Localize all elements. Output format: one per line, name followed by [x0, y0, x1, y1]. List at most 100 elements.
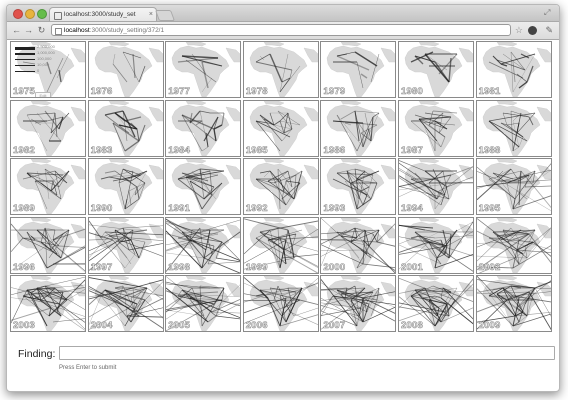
finding-input[interactable] [59, 346, 555, 360]
year-map-panel[interactable]: 2000 [320, 216, 397, 274]
url-host: localhost [64, 27, 90, 34]
year-label: 1981 [478, 86, 501, 97]
europe-landmass [30, 159, 52, 164]
year-map-panel[interactable]: 1981 [475, 41, 552, 98]
small-multiples-grid: 2,500,000 1,000,000 100,000 10,000 0 Edit 1975… [10, 41, 555, 334]
year-map-panel[interactable]: 1976 [87, 41, 164, 98]
year-label: 1999 [245, 261, 268, 273]
middle-east-landmass [303, 47, 318, 63]
year-map-panel[interactable]: 2003 [10, 275, 86, 333]
year-map-panel[interactable]: 2006 [242, 275, 319, 333]
page-icon [55, 28, 62, 35]
back-arrow-icon[interactable]: ← [11, 25, 22, 36]
year-map-panel[interactable]: 1984 [165, 99, 242, 157]
year-map-panel[interactable]: 2009 [475, 275, 552, 333]
close-window-button[interactable] [13, 9, 23, 19]
europe-landmass [418, 159, 440, 164]
year-label: 1996 [13, 261, 35, 273]
year-map-panel[interactable]: 2007 [320, 275, 397, 333]
year-map-panel[interactable]: 1999 [242, 216, 319, 274]
year-map-panel[interactable]: 2005 [165, 275, 242, 333]
year-map-panel[interactable]: 1982 [10, 99, 86, 157]
address-bar[interactable]: localhost:3000/study_setting/372/1 [51, 24, 511, 36]
wrench-icon[interactable]: ✎ [545, 25, 553, 36]
year-map-panel[interactable]: 1990 [87, 158, 164, 216]
year-map-panel[interactable]: 1993 [320, 158, 397, 216]
year-label: 1975 [13, 86, 35, 97]
year-map-panel[interactable]: 1980 [398, 41, 474, 98]
year-map-panel[interactable]: 2002 [475, 216, 552, 274]
europe-landmass [496, 217, 518, 223]
europe-landmass [418, 217, 440, 223]
europe-landmass [185, 159, 207, 164]
minimize-window-button[interactable] [25, 9, 35, 19]
year-map-panel[interactable]: 2,500,000 1,000,000 100,000 10,000 0 Edit 1975 [10, 41, 86, 98]
europe-landmass [263, 159, 285, 164]
year-label: 1985 [245, 144, 268, 156]
year-map-panel[interactable]: 2001 [398, 216, 474, 274]
legend-label: 0 [37, 68, 40, 73]
middle-east-landmass [148, 106, 163, 121]
new-tab-button[interactable] [154, 10, 176, 21]
year-map-panel[interactable]: 1997 [87, 216, 164, 274]
year-map-panel[interactable]: 1978 [242, 41, 319, 98]
year-map-panel[interactable]: 1985 [242, 99, 319, 157]
browser-tab[interactable]: localhost:3000/study_set × [49, 7, 157, 21]
year-map-panel[interactable]: 1988 [475, 99, 552, 157]
year-map-panel[interactable]: 2004 [87, 275, 164, 333]
europe-landmass [418, 276, 440, 281]
close-tab-icon[interactable]: × [149, 8, 153, 21]
reload-icon[interactable]: ↻ [36, 25, 47, 36]
year-map-panel[interactable]: 1977 [165, 41, 242, 98]
year-map-panel[interactable]: 1994 [398, 158, 474, 216]
year-label: 2008 [401, 320, 423, 332]
europe-landmass [30, 217, 52, 223]
maximize-window-button[interactable] [37, 9, 47, 19]
year-map-panel[interactable]: 1991 [165, 158, 242, 216]
year-map-panel[interactable]: 1995 [475, 158, 552, 216]
middle-east-landmass [536, 106, 551, 121]
year-map-panel[interactable]: 1992 [242, 158, 319, 216]
legend-swatch [15, 65, 35, 66]
year-map-panel[interactable]: 1979 [320, 41, 397, 98]
europe-landmass [418, 42, 440, 47]
middle-east-landmass [225, 223, 241, 238]
legend-label: 1,000,000 [37, 50, 55, 55]
year-label: 1978 [245, 86, 268, 97]
year-map-panel[interactable]: 1987 [398, 99, 474, 157]
middle-east-landmass [70, 106, 85, 121]
year-label: 1992 [245, 203, 268, 215]
europe-landmass [30, 276, 52, 281]
year-map-panel[interactable]: 1996 [10, 216, 86, 274]
browser-toolbar: ← → ↻ localhost:3000/study_setting/372/1… [7, 22, 559, 40]
year-map-panel[interactable]: 2008 [398, 275, 474, 333]
year-label: 2004 [90, 320, 113, 332]
browser-window: localhost:3000/study_set × ⤢ ← → ↻ local… [6, 4, 560, 392]
year-label: 1987 [401, 144, 423, 156]
year-label: 1995 [478, 203, 501, 215]
flow-line [289, 312, 318, 326]
year-label: 1979 [323, 86, 346, 97]
url-path: :3000/study_setting/372/1 [89, 27, 165, 34]
legend-label: 10,000 [37, 62, 50, 67]
tab-title: localhost:3000/study_set [64, 11, 136, 18]
europe-landmass [496, 159, 518, 164]
year-map-panel[interactable]: 1998 [165, 216, 242, 274]
title-bar: localhost:3000/study_set × ⤢ [7, 5, 559, 22]
europe-landmass [108, 42, 130, 47]
middle-east-landmass [381, 47, 396, 63]
year-map-panel[interactable]: 1989 [10, 158, 86, 216]
year-map-panel[interactable]: 1983 [87, 99, 164, 157]
year-map-panel[interactable]: 1986 [320, 99, 397, 157]
fullscreen-icon[interactable]: ⤢ [544, 8, 553, 17]
europe-landmass [263, 217, 285, 223]
year-label: 1989 [13, 203, 35, 215]
year-label: 1997 [90, 261, 113, 273]
extension-icon[interactable] [528, 26, 537, 35]
bookmark-star-icon[interactable]: ☆ [515, 25, 523, 36]
europe-landmass [108, 217, 130, 223]
legend-edit-button[interactable]: Edit [35, 92, 51, 97]
forward-arrow-icon[interactable]: → [23, 25, 34, 36]
legend-label: 100,000 [37, 56, 52, 61]
legend-swatch [15, 53, 35, 55]
